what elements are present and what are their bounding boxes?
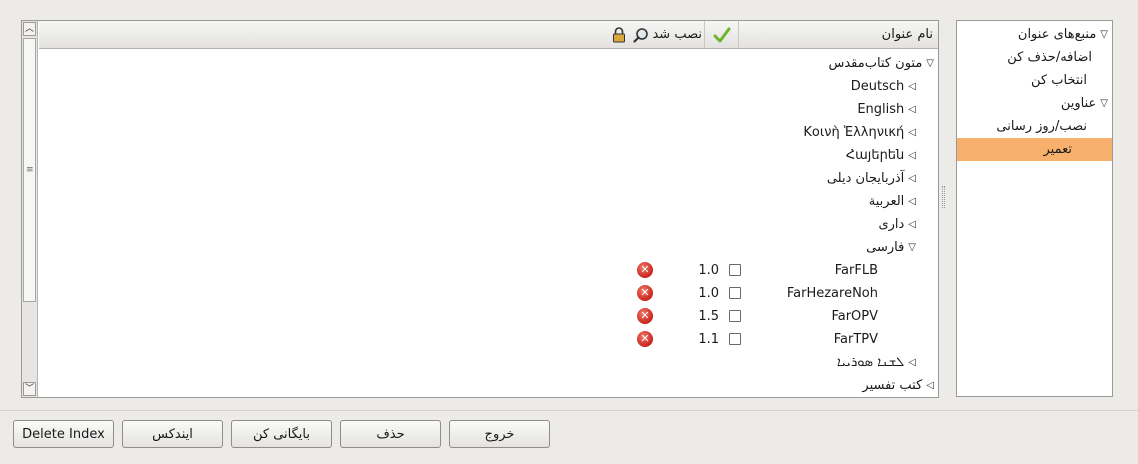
module-row[interactable]: FarTPV 1.1 ✕ (39, 328, 938, 351)
tree-node-label: آذربایجان دیلی (826, 171, 905, 186)
module-name: FarOPV (831, 309, 878, 324)
tree-node-commentaries[interactable]: ◁ کتب تفسیر (862, 374, 934, 397)
tree-node-language[interactable]: ◁ داری (878, 213, 916, 236)
installed-label: نصب شد (652, 27, 702, 42)
footer-divider (0, 410, 1138, 411)
column-header-search[interactable] (630, 21, 652, 48)
remove-icon[interactable]: ✕ (637, 285, 653, 301)
collapsed-triangle-icon[interactable]: ◁ (908, 150, 916, 161)
module-row[interactable]: FarOPV 1.5 ✕ (39, 305, 938, 328)
delete-button[interactable]: حذف (340, 420, 441, 448)
category-modules-header[interactable]: ▽ عناوین (957, 92, 1112, 115)
collapsed-triangle-icon[interactable]: ◁ (926, 380, 934, 391)
tree-node-label: متون کتاب‌مقدس (828, 56, 923, 71)
tree-node-language[interactable]: ◁ العربية (869, 190, 916, 213)
collapsed-triangle-icon[interactable]: ◁ (908, 81, 916, 92)
index-button[interactable]: ایندکس (122, 420, 223, 448)
install-checkbox[interactable] (729, 333, 741, 345)
scroll-up-icon[interactable]: ︿ (23, 22, 36, 36)
category-item-choose[interactable]: انتخاب کن (957, 69, 1112, 92)
pane-resize-handle[interactable] (942, 186, 945, 208)
category-item-repair[interactable]: تعمیر (957, 138, 1112, 161)
collapsed-triangle-icon[interactable]: ◁ (908, 219, 916, 230)
tree-node-language-farsi[interactable]: ▽ فارسی (866, 236, 916, 259)
scroll-thumb[interactable]: ≡ (23, 38, 36, 302)
tree-node-label: العربية (868, 194, 905, 209)
tree-node-label: فارسی (866, 240, 905, 255)
install-checkbox[interactable] (729, 310, 741, 322)
remove-icon[interactable]: ✕ (637, 262, 653, 278)
delete-index-button[interactable]: Delete Index (13, 420, 114, 448)
tree-node-label: کتب تفسیر (862, 378, 923, 393)
expand-triangle-icon[interactable]: ▽ (1100, 98, 1108, 109)
magnifier-icon (633, 27, 648, 43)
category-label: تعمیر (1043, 142, 1072, 157)
install-checkbox[interactable] (729, 264, 741, 276)
tree-node-label: Հայերեն (845, 148, 905, 163)
module-row[interactable]: FarHezareNoh 1.0 ✕ (39, 282, 938, 305)
collapsed-triangle-icon[interactable]: ◁ (908, 127, 916, 138)
module-name: FarHezareNoh (786, 286, 878, 301)
install-checkbox[interactable] (729, 287, 741, 299)
vertical-scrollbar[interactable]: ︿ ≡ ﹀ (22, 21, 38, 397)
expand-triangle-icon[interactable]: ▽ (1100, 29, 1108, 40)
expand-triangle-icon[interactable]: ▽ (926, 58, 934, 69)
column-header-installed[interactable] (704, 21, 738, 48)
archive-button[interactable]: بایگانی کن (231, 420, 332, 448)
category-panel: ▽ منبع‌های عنوان اضافه/حذف کن انتخاب کن … (956, 20, 1113, 397)
tree-node-label: Κοινὴ Ἑλληνική (803, 125, 905, 140)
tree-node-language[interactable]: ◁ English (857, 98, 916, 121)
category-label: نصب/روز رسانی (996, 119, 1087, 134)
module-version: 1.1 (698, 332, 719, 347)
column-header-installed-label[interactable]: نصب شد (652, 21, 704, 48)
module-tree-panel: ︿ ≡ ﹀ نام عنوان نصب شد (21, 20, 939, 398)
module-name: FarFLB (834, 263, 878, 278)
column-header-name[interactable]: نام عنوان (738, 21, 938, 48)
tree-header: نام عنوان نصب شد (39, 21, 938, 49)
category-label: اضافه/حذف کن (1007, 50, 1092, 65)
collapsed-triangle-icon[interactable]: ◁ (908, 196, 916, 207)
tree-node-language[interactable]: ◁ آذربایجان دیلی (827, 167, 916, 190)
tree-node-language[interactable]: ◁ Κοινὴ Ἑλληνική (803, 121, 916, 144)
tree-node-language[interactable]: ◁ Հայերեն (846, 144, 916, 167)
grip-icon: ≡ (26, 165, 34, 175)
category-label: عناوین (1060, 96, 1097, 111)
module-version: 1.0 (698, 286, 719, 301)
tree-node-language[interactable]: ◁ Deutsch (851, 75, 916, 98)
exit-button[interactable]: خروج (449, 420, 550, 448)
tree-node-label: ܠܫܢܐ ܣܘܪܝܝܐ (836, 355, 905, 370)
module-version: 1.5 (698, 309, 719, 324)
collapsed-triangle-icon[interactable]: ◁ (908, 357, 916, 368)
category-item-add-remove[interactable]: اضافه/حذف کن (957, 46, 1112, 69)
column-header-lock[interactable] (608, 21, 630, 48)
tree-node-language[interactable]: ◁ ܠܫܢܐ ܣܘܪܝܝܐ (837, 351, 916, 374)
tree-node-label: English (857, 102, 905, 117)
tree-node-bible-texts[interactable]: ▽ متون کتاب‌مقدس (828, 52, 934, 75)
column-header-name-label: نام عنوان (881, 27, 933, 42)
module-name: FarTPV (833, 332, 878, 347)
collapsed-triangle-icon[interactable]: ◁ (908, 173, 916, 184)
lock-icon (613, 26, 625, 42)
category-item-install-update[interactable]: نصب/روز رسانی (957, 115, 1112, 138)
collapsed-triangle-icon[interactable]: ◁ (908, 104, 916, 115)
module-version: 1.0 (698, 263, 719, 278)
category-sources-header[interactable]: ▽ منبع‌های عنوان (957, 23, 1112, 46)
expand-triangle-icon[interactable]: ▽ (908, 242, 916, 253)
scroll-down-icon[interactable]: ﹀ (23, 382, 36, 396)
tree-node-label: Deutsch (850, 79, 905, 94)
category-label: منبع‌های عنوان (1017, 27, 1097, 42)
tree-node-label: داری (878, 217, 905, 232)
check-icon (713, 27, 730, 42)
module-row[interactable]: FarFLB 1.0 ✕ (39, 259, 938, 282)
remove-icon[interactable]: ✕ (637, 308, 653, 324)
remove-icon[interactable]: ✕ (637, 331, 653, 347)
category-label: انتخاب کن (1031, 73, 1087, 88)
